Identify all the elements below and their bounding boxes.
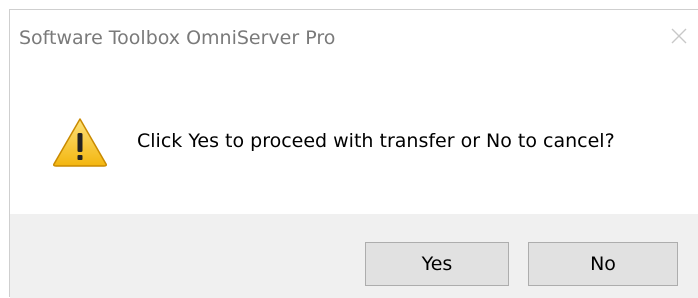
window-title: Software Toolbox OmniServer Pro: [19, 27, 336, 49]
close-icon: [671, 28, 687, 44]
yes-button[interactable]: Yes: [365, 242, 509, 286]
no-button[interactable]: No: [528, 242, 678, 286]
message-dialog: Software Toolbox OmniServer Pro Click Ye…: [9, 9, 698, 298]
warning-triangle-icon: [53, 118, 107, 167]
dialog-content: Click Yes to proceed with transfer or No…: [10, 64, 698, 214]
title-bar[interactable]: Software Toolbox OmniServer Pro: [10, 10, 698, 64]
button-bar: Yes No: [10, 214, 698, 298]
dialog-message: Click Yes to proceed with transfer or No…: [137, 130, 615, 152]
close-button[interactable]: [659, 18, 698, 54]
